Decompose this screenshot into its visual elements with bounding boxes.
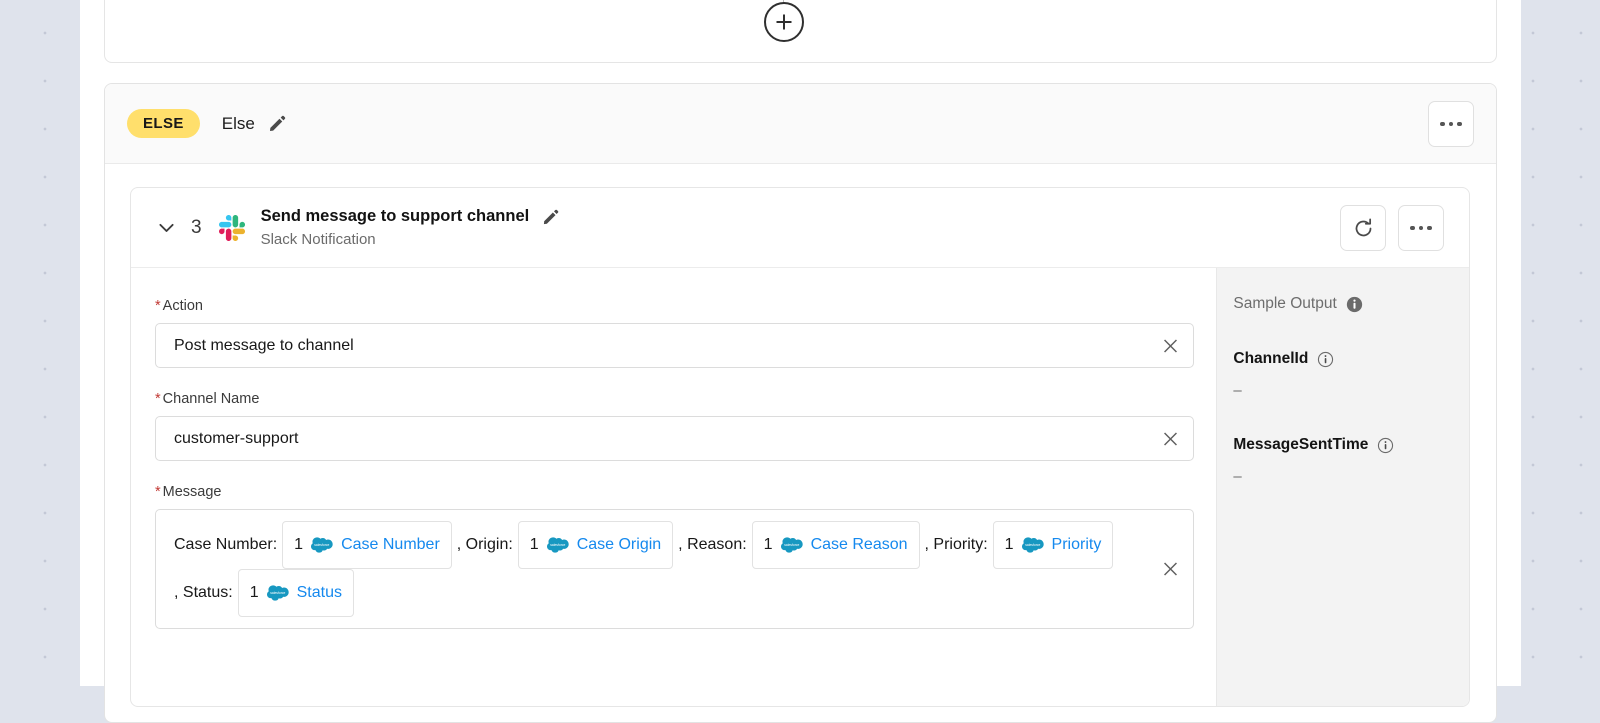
token-field-name: Case Origin	[577, 527, 661, 563]
step-menu-button[interactable]	[1398, 205, 1444, 251]
branch-edit-pencil-icon[interactable]	[268, 114, 287, 133]
salesforce-icon: salesforce	[781, 537, 803, 553]
svg-text:salesforce: salesforce	[1025, 543, 1040, 547]
sample-output-title: Sample Output	[1233, 295, 1469, 313]
token-field-name: Priority	[1052, 527, 1102, 563]
token-step-number: 1	[1005, 527, 1014, 563]
required-marker: *	[155, 391, 161, 407]
sample-output-info-button[interactable]	[1317, 351, 1334, 368]
step-refresh-button[interactable]	[1340, 205, 1386, 251]
merge-field-token[interactable]: 1 salesforce Priority	[993, 521, 1114, 569]
sample-output-info-button[interactable]	[1377, 437, 1394, 454]
label-text: Message	[163, 484, 222, 500]
sample-output-key: MessageSentTime	[1233, 436, 1469, 454]
info-icon	[1346, 296, 1363, 313]
pencil-icon	[268, 114, 287, 133]
message-static-text: , Reason:	[678, 527, 746, 563]
ellipsis-icon	[1410, 226, 1432, 231]
action-input[interactable]: Post message to channel	[155, 323, 1194, 368]
required-marker: *	[155, 298, 161, 314]
step-header: 3 Send message to support channel	[131, 188, 1469, 268]
field-label-message: *Message	[155, 484, 1194, 500]
step-number: 3	[191, 217, 202, 239]
pencil-icon	[542, 208, 560, 226]
token-step-number: 1	[250, 575, 259, 611]
close-icon	[1162, 430, 1179, 447]
token-step-number: 1	[530, 527, 539, 563]
field-action: *Action Post message to channel	[155, 298, 1194, 368]
field-label-action: *Action	[155, 298, 1194, 314]
sample-output-key-text: MessageSentTime	[1233, 436, 1368, 454]
step-subtitle: Slack Notification	[261, 231, 561, 248]
salesforce-icon: salesforce	[267, 585, 289, 601]
merge-field-token[interactable]: 1 salesforce Case Reason	[752, 521, 920, 569]
field-channel-name: *Channel Name customer-support	[155, 391, 1194, 461]
salesforce-icon: salesforce	[1022, 537, 1044, 553]
sample-output-key-text: ChannelId	[1233, 350, 1308, 368]
close-icon	[1162, 337, 1179, 354]
branch-name: Else	[222, 114, 255, 134]
else-badge: ELSE	[127, 109, 200, 138]
svg-text:salesforce: salesforce	[270, 591, 285, 595]
action-clear-button[interactable]	[1162, 337, 1179, 354]
sample-output-list: ChannelId – MessageSentTime –	[1233, 350, 1469, 485]
flow-column: ELSE Else 3	[80, 0, 1521, 686]
plus-icon	[773, 11, 795, 33]
message-clear-button[interactable]	[1162, 561, 1179, 578]
merge-field-token[interactable]: 1 salesforce Case Number	[282, 521, 452, 569]
else-branch-card: ELSE Else 3	[104, 83, 1497, 723]
step-form: *Action Post message to channel	[131, 268, 1216, 707]
message-static-text: Case Number:	[174, 527, 277, 563]
refresh-icon	[1353, 218, 1374, 239]
message-input[interactable]: Case Number: 1 salesforce Case Number , Orig…	[155, 509, 1194, 629]
merge-field-token[interactable]: 1 salesforce Status	[238, 569, 354, 617]
token-field-name: Case Reason	[811, 527, 908, 563]
token-field-name: Case Number	[341, 527, 440, 563]
branch-header: ELSE Else	[105, 84, 1496, 164]
add-step-button[interactable]	[764, 2, 804, 42]
step-edit-pencil-icon[interactable]	[542, 208, 560, 226]
branch-menu-button[interactable]	[1428, 101, 1474, 147]
sample-output-item: ChannelId –	[1233, 350, 1469, 399]
svg-text:salesforce: salesforce	[784, 543, 799, 547]
step-actions	[1340, 205, 1444, 251]
label-text: Channel Name	[163, 391, 260, 407]
sample-output-key: ChannelId	[1233, 350, 1469, 368]
sample-output-label: Sample Output	[1233, 295, 1336, 313]
action-input-value: Post message to channel	[174, 337, 354, 355]
message-static-text: , Status:	[174, 575, 233, 611]
info-icon	[1317, 351, 1334, 368]
label-text: Action	[163, 298, 203, 314]
sample-output-item: MessageSentTime –	[1233, 436, 1469, 485]
svg-text:salesforce: salesforce	[314, 543, 329, 547]
svg-text:salesforce: salesforce	[550, 543, 565, 547]
required-marker: *	[155, 484, 161, 500]
merge-field-token[interactable]: 1 salesforce Case Origin	[518, 521, 673, 569]
field-label-channel-name: *Channel Name	[155, 391, 1194, 407]
sample-output-panel: Sample Output ChannelId – MessageSentTime –	[1216, 268, 1469, 707]
sample-output-value: –	[1233, 382, 1469, 399]
channel-name-input[interactable]: customer-support	[155, 416, 1194, 461]
sample-output-info-button[interactable]	[1346, 296, 1363, 313]
channel-name-clear-button[interactable]	[1162, 430, 1179, 447]
field-message: *Message Case Number:1salesforceCase Num…	[155, 484, 1194, 629]
info-icon	[1377, 437, 1394, 454]
salesforce-icon: salesforce	[311, 537, 333, 553]
message-static-text: , Priority:	[925, 527, 988, 563]
step-body: *Action Post message to channel	[131, 268, 1469, 707]
salesforce-icon: salesforce	[547, 537, 569, 553]
slack-icon	[219, 215, 245, 241]
chevron-down-icon	[156, 217, 177, 238]
step-card-slack-notification: 3 Send message to support channel	[130, 187, 1470, 707]
token-field-name: Status	[297, 575, 342, 611]
close-icon	[1162, 561, 1179, 578]
token-step-number: 1	[764, 527, 773, 563]
step-collapse-toggle[interactable]	[156, 217, 177, 238]
channel-name-input-value: customer-support	[174, 430, 299, 448]
ellipsis-icon	[1440, 122, 1462, 127]
token-step-number: 1	[294, 527, 303, 563]
step-title: Send message to support channel	[261, 207, 530, 226]
sample-output-value: –	[1233, 468, 1469, 485]
message-static-text: , Origin:	[457, 527, 513, 563]
